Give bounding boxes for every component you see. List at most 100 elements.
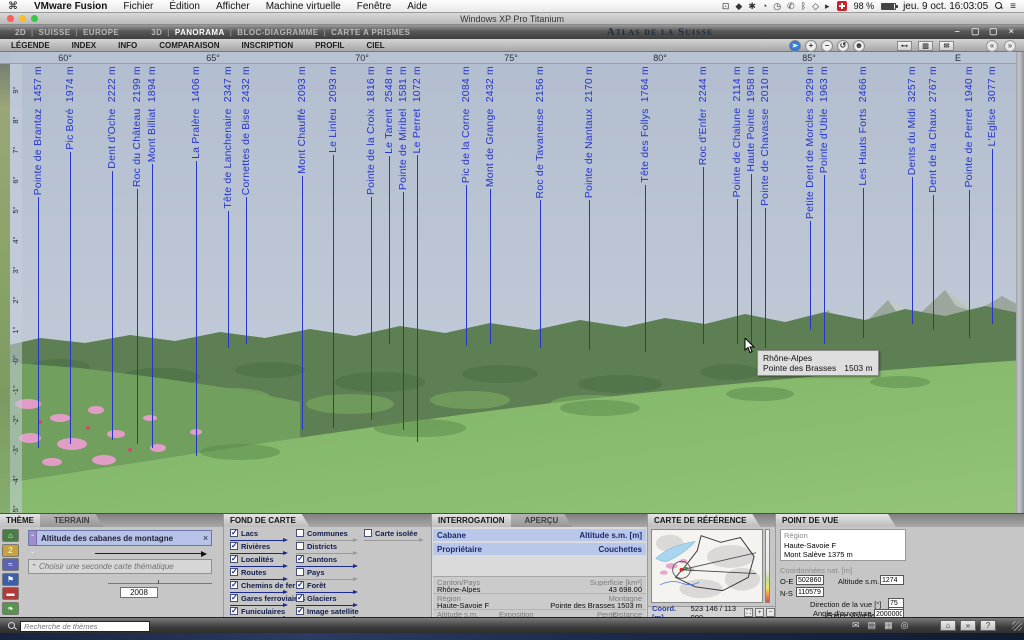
nav-europe[interactable]: EUROPE [78, 28, 124, 37]
nav-suisse[interactable]: SUISSE [34, 28, 76, 37]
year-slider-thumb[interactable] [158, 580, 159, 584]
checked-checkbox-icon[interactable] [230, 542, 238, 550]
theme-grip-icon[interactable]: ⌃⌄ [29, 531, 37, 545]
display-icon[interactable]: ⊡ [722, 1, 730, 12]
layer-toggle-image-satellite[interactable]: Image satellite [296, 607, 359, 616]
tab-point-de-vue[interactable]: POINT DE VUE [776, 514, 896, 527]
phone-icon[interactable]: ✆ [787, 1, 795, 12]
checked-checkbox-icon[interactable] [296, 581, 304, 589]
checked-checkbox-icon[interactable] [296, 555, 304, 563]
app-maximize-icon[interactable]: ▢ [987, 26, 1000, 37]
layer-toggle-communes[interactable]: Communes [296, 529, 348, 538]
layer-toggle-funiculaires[interactable]: Funiculaires [230, 607, 285, 616]
help-button[interactable]: ? [980, 620, 996, 631]
split-view-icon[interactable]: ▥ [918, 41, 933, 51]
menu2-index[interactable]: INDEX [61, 41, 107, 50]
menu2-profil[interactable]: PROFIL [304, 41, 355, 50]
query-row-cabane[interactable]: Cabane Altitude s.m. [m] [433, 529, 646, 541]
layer-toggle-localités[interactable]: Localités [230, 555, 274, 564]
measure-tool-icon[interactable]: ⊷ [897, 41, 912, 51]
tab-terrain[interactable]: TERRAIN [40, 514, 104, 527]
app-minimize-icon[interactable]: – [951, 26, 964, 37]
oe-input[interactable] [796, 575, 824, 585]
unchecked-checkbox-icon[interactable] [296, 568, 304, 576]
layer-toggle-routes[interactable]: Routes [230, 568, 266, 577]
home-button[interactable]: ⌂ [940, 620, 956, 631]
layer-toggle-rivières[interactable]: Rivières [230, 542, 270, 551]
second-theme-combo[interactable]: ⌃ Choisir une seconde carte thématique [28, 559, 212, 574]
menu-item-fenêtre[interactable]: Fenêtre [349, 1, 399, 12]
app-restore-icon[interactable]: ▢ [969, 26, 982, 37]
bluetooth-icon[interactable]: ᛒ [801, 1, 806, 12]
checked-checkbox-icon[interactable] [296, 594, 304, 602]
menu-item-machine-virtuelle[interactable]: Machine virtuelle [258, 1, 349, 12]
layer-toggle-gares-ferroviaires[interactable]: Gares ferroviaires [230, 594, 305, 603]
car-icon[interactable]: ▬ [2, 587, 19, 600]
observer-icon[interactable]: ☻ [853, 40, 865, 52]
map-zoom-in-button[interactable]: + [755, 608, 764, 617]
menu-item-aide[interactable]: Aide [399, 1, 435, 12]
map-zoom-out-button[interactable]: − [766, 608, 775, 617]
menu2-comparaison[interactable]: COMPARAISON [148, 41, 230, 50]
unchecked-checkbox-icon[interactable] [296, 542, 304, 550]
flag-badge-icon[interactable] [837, 1, 847, 11]
battery-icon[interactable] [881, 3, 896, 10]
nav-carte-a-prismes[interactable]: CARTE A PRISMES [326, 28, 415, 37]
layer-toggle-carte-isolée[interactable]: Carte isolée [364, 529, 418, 538]
flag-icon[interactable]: ⚑ [2, 573, 19, 586]
clock-theme-icon[interactable]: 2 [2, 544, 19, 557]
query-row-proprietaire[interactable]: Propriétaire Couchettes [433, 543, 646, 555]
unchecked-checkbox-icon[interactable] [296, 529, 304, 537]
pointer-tool-icon[interactable]: ➢ [789, 40, 801, 52]
spotlight-icon[interactable] [995, 2, 1003, 10]
checked-checkbox-icon[interactable] [230, 581, 238, 589]
checked-checkbox-icon[interactable] [230, 529, 238, 537]
menu2-inscription[interactable]: INSCRIPTION [231, 41, 305, 50]
map-extent-button[interactable]: ⛶ [744, 608, 753, 617]
unchecked-checkbox-icon[interactable] [364, 529, 372, 537]
collapse-panel-icon[interactable]: « [986, 40, 998, 52]
link-button[interactable]: » [960, 620, 976, 631]
menu2-info[interactable]: INFO [107, 41, 148, 50]
altitude-input[interactable] [880, 575, 904, 585]
reference-map[interactable] [651, 529, 763, 603]
menu-item-afficher[interactable]: Afficher [208, 1, 258, 12]
tab-interrogation[interactable]: INTERROGATION [432, 514, 519, 527]
zoom-out-icon[interactable]: − [821, 40, 833, 52]
selected-theme-row[interactable]: ⌃⌄ Altitude des cabanes de montagne × [28, 530, 212, 546]
vm-window-titlebar[interactable]: Windows XP Pro Titanium [0, 13, 1024, 25]
layer-toggle-pays[interactable]: Pays [296, 568, 325, 577]
checked-checkbox-icon[interactable] [230, 607, 238, 615]
layer-toggle-cantons[interactable]: Cantons [296, 555, 337, 564]
theme-opacity-slider[interactable] [95, 552, 207, 556]
mail-tool-icon[interactable]: ✉ [939, 41, 954, 51]
layer-toggle-glaciers[interactable]: Glaciers [296, 594, 337, 603]
combo-caret-icon[interactable]: ⌃ [29, 563, 39, 571]
nav-bloc-diagramme[interactable]: BLOC-DIAGRAMME [232, 28, 323, 37]
airport-icon[interactable]: ◇ [812, 1, 819, 12]
layer-toggle-chemins-de-fer[interactable]: Chemins de fer [230, 581, 295, 590]
layer-toggle-districts[interactable]: Districts [296, 542, 337, 551]
volume-icon[interactable]: ▸ [825, 1, 830, 12]
apple-icon[interactable]: ⌘ [8, 1, 18, 12]
huts-icon[interactable]: ⌂ [2, 529, 19, 542]
resize-grip[interactable] [1012, 621, 1022, 631]
panorama-view[interactable]: Pointe de Brantaz 1457 mPic Boré 1974 mD… [0, 52, 1024, 513]
menu2-légende[interactable]: LÉGENDE [0, 41, 61, 50]
app-close-icon[interactable]: × [1005, 26, 1018, 37]
menu-item-vmware-fusion[interactable]: VMware Fusion [26, 1, 115, 12]
nav-3d[interactable]: 3D [146, 28, 167, 37]
sync-icon[interactable]: ◷ [773, 1, 781, 12]
layer-toggle-forêt[interactable]: Forêt [296, 581, 326, 590]
zoom-in-icon[interactable]: + [805, 40, 817, 52]
menu-item-édition[interactable]: Édition [161, 1, 208, 12]
remove-theme-icon[interactable]: × [200, 533, 211, 543]
checked-checkbox-icon[interactable] [230, 555, 238, 563]
tab-fond-de-carte[interactable]: FOND DE CARTE [224, 514, 310, 527]
dropbox-icon[interactable]: ◆ [735, 1, 742, 12]
menu-item-fichier[interactable]: Fichier [115, 1, 161, 12]
globe-icon[interactable]: ◎ [901, 620, 909, 631]
clock-icon[interactable]: ◔ [762, 1, 767, 12]
notification-center-icon[interactable]: ≡ [1010, 1, 1016, 12]
checked-checkbox-icon[interactable] [296, 607, 304, 615]
